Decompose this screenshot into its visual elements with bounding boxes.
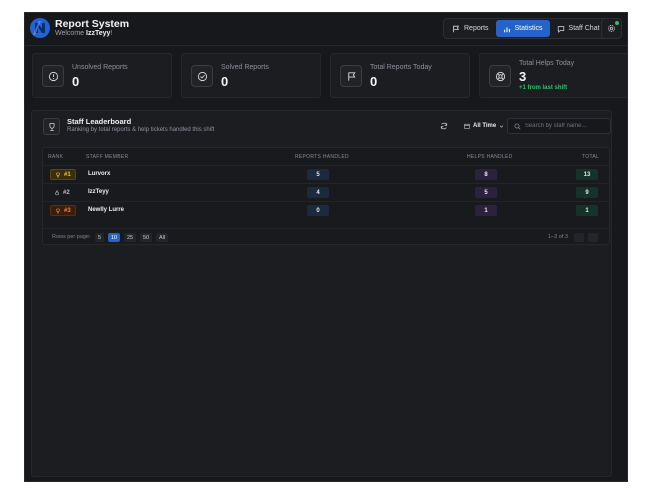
app-logo-icon: [30, 18, 50, 38]
lifebuoy-icon: [489, 65, 511, 87]
nav-statistics-button[interactable]: Statistics: [495, 20, 550, 37]
total-value: 9: [576, 187, 598, 198]
rows-per-page-label: Rows per page:: [52, 234, 91, 240]
helps-handled-value: 1: [475, 205, 497, 216]
settings-button[interactable]: [601, 18, 622, 39]
check-circle-icon: [191, 65, 213, 87]
staff-member-name: Newlly Lurre: [88, 207, 125, 213]
page-size-5[interactable]: 5: [95, 233, 105, 242]
stat-trend: +1 from last shift: [519, 85, 568, 91]
flag-icon: [340, 65, 362, 87]
rank-badge-gold: #1: [50, 169, 76, 180]
chat-icon: [557, 25, 564, 33]
alert-circle-icon: [42, 65, 64, 87]
total-value: 13: [576, 169, 598, 180]
leaderboard-title: Staff Leaderboard: [67, 117, 132, 126]
stat-label: Total Reports Today: [370, 64, 432, 71]
column-header-member[interactable]: STAFF MEMBER: [86, 154, 128, 160]
stat-value: 3: [519, 69, 527, 84]
nav-staff-chat-button[interactable]: Staff Chat: [550, 20, 607, 37]
main-nav: Reports Statistics Staff Chat: [443, 18, 609, 39]
column-header-total[interactable]: TOTAL: [582, 154, 599, 160]
stat-card-helps-today: Total Helps Today 3 +1 from last shift: [479, 53, 627, 98]
total-value: 1: [576, 205, 598, 216]
leaderboard-subtitle: Ranking by total reports & help tickets …: [67, 127, 215, 133]
page-size-all[interactable]: All: [156, 233, 169, 242]
staff-leaderboard-panel: Staff Leaderboard Ranking by total repor…: [31, 110, 612, 477]
stat-card-reports-today: Total Reports Today 0: [330, 53, 470, 98]
table-row[interactable]: #2 IzzTeyy 4 5 9: [43, 183, 609, 201]
stat-label: Solved Reports: [221, 64, 269, 71]
top-header: Report System Welcome IzzTeyy! Reports S…: [25, 13, 627, 45]
flag-icon: [453, 25, 460, 32]
leaderboard-table: RANK STAFF MEMBER REPORTS HANDLED HELPS …: [42, 147, 610, 245]
staff-search-box: [507, 118, 611, 134]
column-header-reports[interactable]: REPORTS HANDLED: [295, 154, 349, 160]
welcome-text: Welcome IzzTeyy!: [55, 30, 113, 37]
search-icon: [514, 123, 521, 130]
page-size-10[interactable]: 10: [108, 233, 121, 242]
reports-handled-value: 5: [307, 169, 329, 180]
pagination-range: 1–3 of 3: [548, 234, 568, 240]
column-header-helps[interactable]: HELPS HANDLED: [467, 154, 513, 160]
table-pagination: Rows per page: 5 10 25 50 All 1–3 of 3: [43, 228, 609, 245]
nav-reports-button[interactable]: Reports: [445, 20, 496, 37]
rank-badge-silver: #2: [50, 187, 74, 198]
stat-value: 0: [221, 74, 229, 89]
next-page-button[interactable]: [588, 233, 598, 242]
table-row[interactable]: #1 Lurvorx 5 8 13: [43, 165, 609, 183]
helps-handled-value: 5: [475, 187, 497, 198]
trophy-icon: [56, 172, 60, 177]
rank-badge-bronze: #3: [50, 205, 76, 216]
refresh-button[interactable]: [437, 119, 451, 133]
stat-value: 0: [370, 74, 378, 89]
stat-card-unsolved: Unsolved Reports 0: [32, 53, 172, 98]
time-range-select[interactable]: All Time: [459, 119, 509, 133]
helps-handled-value: 8: [475, 169, 497, 180]
table-row[interactable]: #3 Newlly Lurre 0 1 1: [43, 201, 609, 219]
previous-page-button[interactable]: [574, 233, 584, 242]
stat-card-solved: Solved Reports 0: [181, 53, 321, 98]
username: IzzTeyy: [86, 30, 111, 37]
refresh-icon: [440, 122, 448, 130]
page-size-50[interactable]: 50: [140, 233, 153, 242]
reports-handled-value: 4: [307, 187, 329, 198]
header-divider: [25, 45, 627, 46]
staff-member-name: IzzTeyy: [88, 189, 109, 195]
trophy-icon: [56, 208, 60, 213]
page-size-25[interactable]: 25: [124, 233, 137, 242]
online-status-dot: [615, 21, 619, 25]
trophy-icon: [43, 118, 60, 135]
app-window: Report System Welcome IzzTeyy! Reports S…: [24, 12, 628, 482]
bar-chart-icon: [503, 26, 510, 32]
gear-icon: [608, 25, 615, 32]
calendar-icon: [464, 123, 470, 129]
app-title: Report System: [55, 18, 130, 30]
reports-handled-value: 0: [307, 205, 329, 216]
staff-search-input[interactable]: [524, 123, 610, 129]
stat-value: 0: [72, 74, 80, 89]
column-header-rank[interactable]: RANK: [48, 154, 63, 160]
stat-label: Unsolved Reports: [72, 64, 128, 71]
medal-icon: [55, 189, 59, 195]
chevron-down-icon: [500, 125, 504, 128]
stat-label: Total Helps Today: [519, 60, 575, 67]
staff-member-name: Lurvorx: [88, 171, 111, 177]
